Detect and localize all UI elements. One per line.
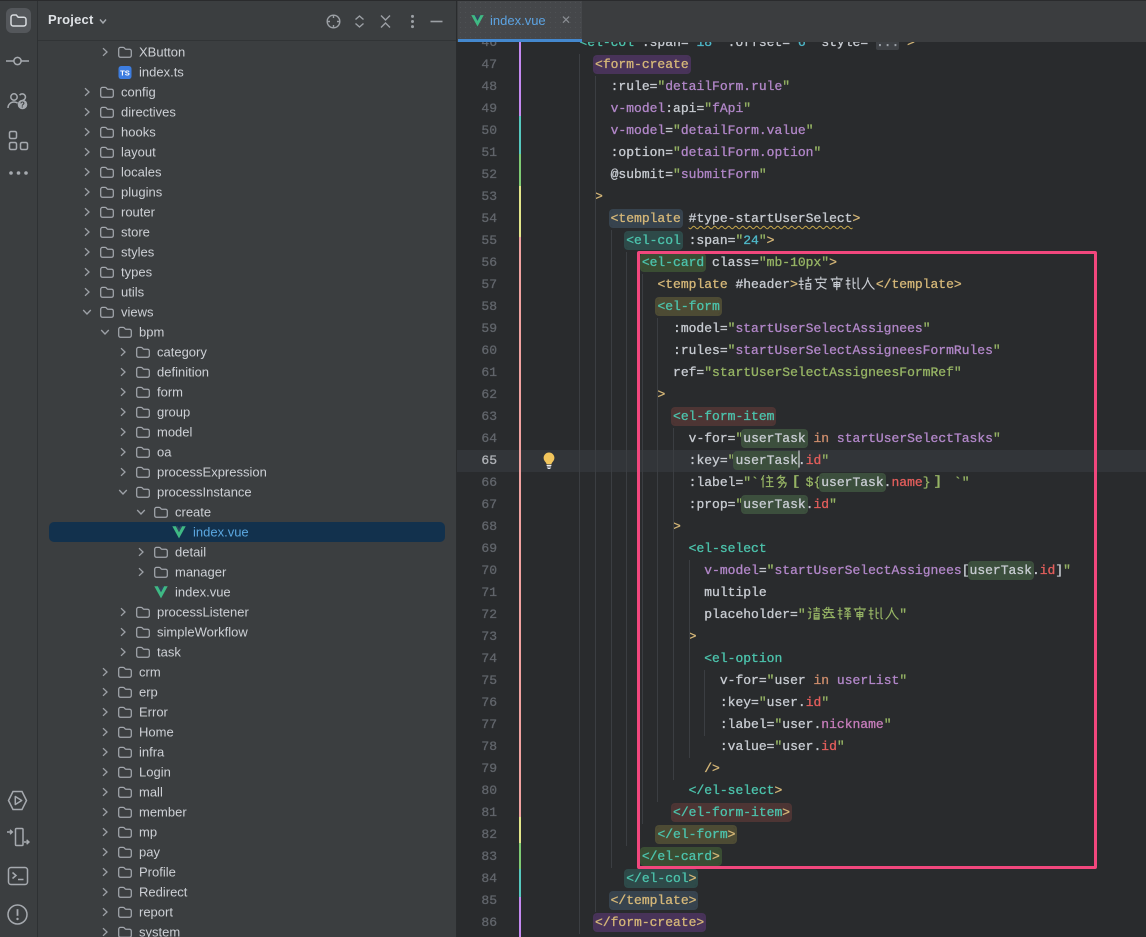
svg-text:TS: TS xyxy=(120,69,130,78)
svg-text:?: ? xyxy=(20,101,25,110)
